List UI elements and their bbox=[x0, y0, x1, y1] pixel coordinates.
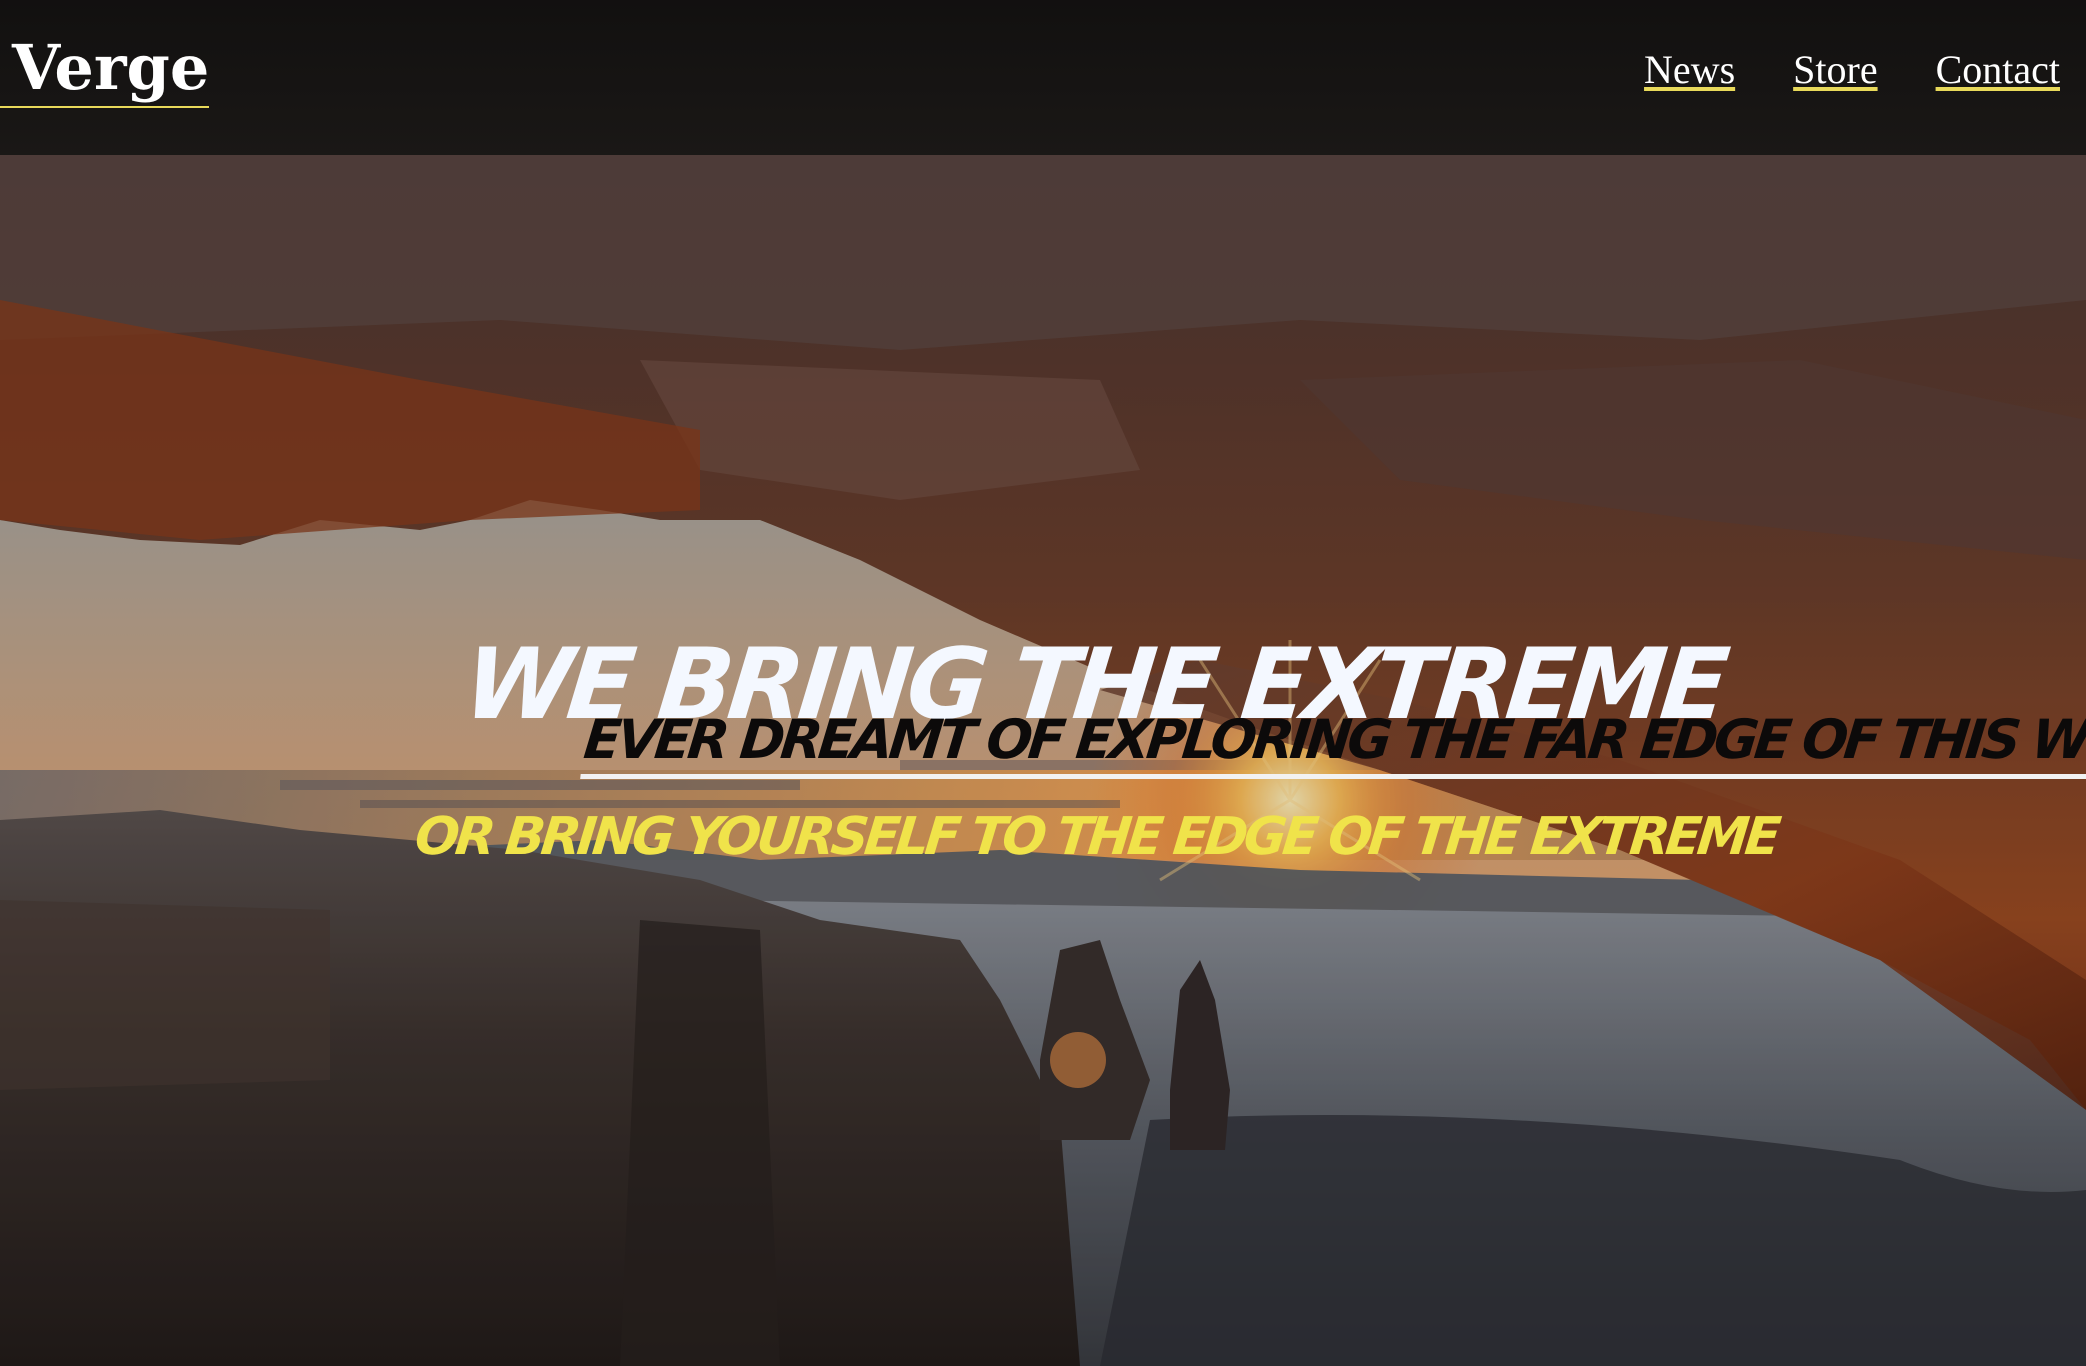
brand-logo-link[interactable]: Verge bbox=[0, 30, 210, 108]
nav-link-news[interactable]: News bbox=[1644, 44, 1735, 96]
hero-tagline: or bring yourself to the edge of the ext… bbox=[412, 807, 1780, 867]
nav-link-store[interactable]: Store bbox=[1793, 44, 1877, 96]
hero-subtitle: Ever dreamt of exploring the far edge of… bbox=[580, 706, 2086, 779]
landing-page: Verge News Store Contact We Bring The Ex… bbox=[0, 0, 2086, 1366]
navbar: Verge News Store Contact bbox=[0, 0, 2086, 155]
nav-links: News Store Contact bbox=[1644, 44, 2060, 96]
nav-link-contact[interactable]: Contact bbox=[1936, 44, 2060, 96]
hero-subtitle-wrapper: Ever dreamt of exploring the far edge of… bbox=[580, 706, 2086, 779]
